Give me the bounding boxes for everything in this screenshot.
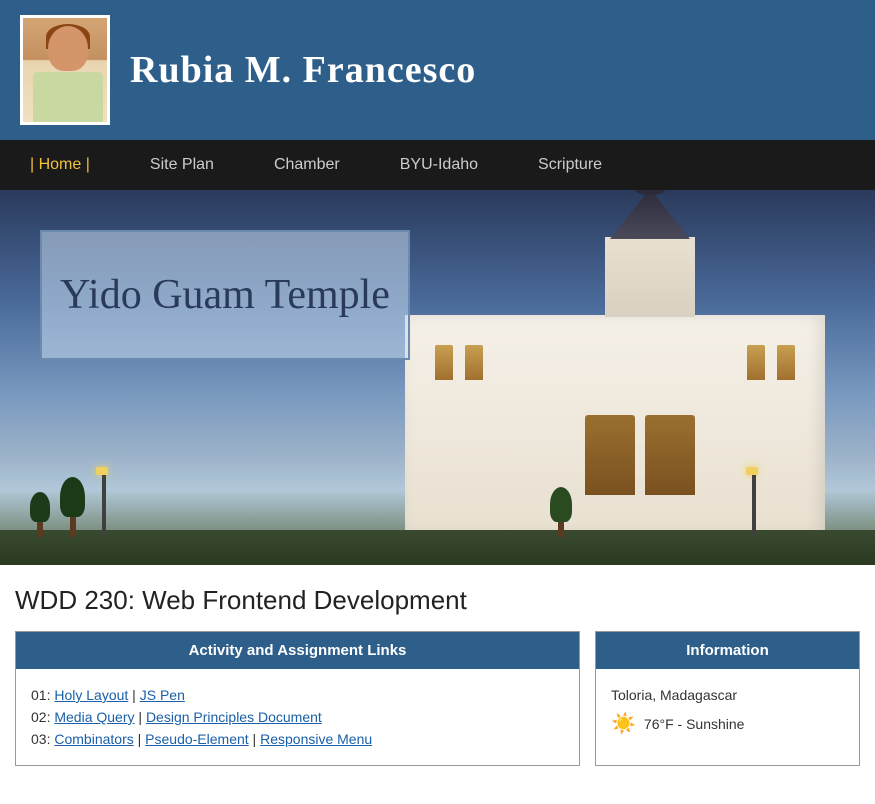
combinators-link[interactable]: Combinators — [54, 731, 133, 747]
hero-banner: Yido Guam Temple — [0, 190, 875, 565]
avatar — [20, 15, 110, 125]
weather-text: 76°F - Sunshine — [644, 716, 745, 732]
responsive-menu-link[interactable]: Responsive Menu — [260, 731, 372, 747]
holy-layout-link[interactable]: Holy Layout — [54, 687, 128, 703]
nav-item-home[interactable]: | Home | — [0, 140, 120, 190]
activity-links-body: 01: Holy Layout | JS Pen 02: Media Query… — [16, 669, 579, 765]
tree-3 — [550, 487, 572, 537]
information-body: Toloria, Madagascar ☀️ 76°F - Sunshine — [596, 669, 859, 756]
js-pen-link[interactable]: JS Pen — [140, 687, 185, 703]
information-header: Information — [596, 632, 859, 669]
sun-icon: ☀️ — [611, 711, 636, 736]
temple-door — [645, 415, 695, 495]
temple-window — [747, 345, 765, 380]
main-nav: | Home | Site Plan Chamber BYU-Idaho Scr… — [0, 140, 875, 190]
main-content: WDD 230: Web Frontend Development Activi… — [0, 565, 875, 786]
temple-window — [777, 345, 795, 380]
lamp-post-1 — [100, 467, 108, 535]
ground — [0, 530, 875, 565]
nav-item-byu-idaho[interactable]: BYU-Idaho — [370, 140, 508, 190]
content-columns: Activity and Assignment Links 01: Holy L… — [15, 631, 860, 766]
temple-steeple-base — [605, 237, 695, 317]
temple-body — [405, 315, 825, 535]
nav-item-chamber[interactable]: Chamber — [244, 140, 370, 190]
page-header: Rubia M. Francesco — [0, 0, 875, 140]
pseudo-element-link[interactable]: Pseudo-Element — [145, 731, 249, 747]
activity-links-section: Activity and Assignment Links 01: Holy L… — [15, 631, 580, 766]
activity-links-header: Activity and Assignment Links — [16, 632, 579, 669]
temple-label: Yido Guam Temple — [60, 270, 390, 320]
location-text: Toloria, Madagascar — [611, 687, 844, 703]
media-query-link[interactable]: Media Query — [54, 709, 134, 725]
link-row-03: 03: Combinators | Pseudo-Element | Respo… — [31, 731, 564, 747]
lamp-post-2 — [750, 467, 758, 535]
design-principles-link[interactable]: Design Principles Document — [146, 709, 322, 725]
temple-label-box: Yido Guam Temple — [40, 230, 410, 360]
link-row-01: 01: Holy Layout | JS Pen — [31, 687, 564, 703]
site-title: Rubia M. Francesco — [130, 48, 476, 92]
link-row-02: 02: Media Query | Design Principles Docu… — [31, 709, 564, 725]
weather-row: ☀️ 76°F - Sunshine — [611, 711, 844, 736]
temple-window — [465, 345, 483, 380]
tree-1 — [60, 477, 85, 537]
information-section: Information Toloria, Madagascar ☀️ 76°F … — [595, 631, 860, 766]
nav-item-scripture[interactable]: Scripture — [508, 140, 632, 190]
page-title: WDD 230: Web Frontend Development — [15, 585, 860, 616]
tree-2 — [30, 492, 50, 537]
temple-window — [435, 345, 453, 380]
nav-item-site-plan[interactable]: Site Plan — [120, 140, 244, 190]
temple-door — [585, 415, 635, 495]
